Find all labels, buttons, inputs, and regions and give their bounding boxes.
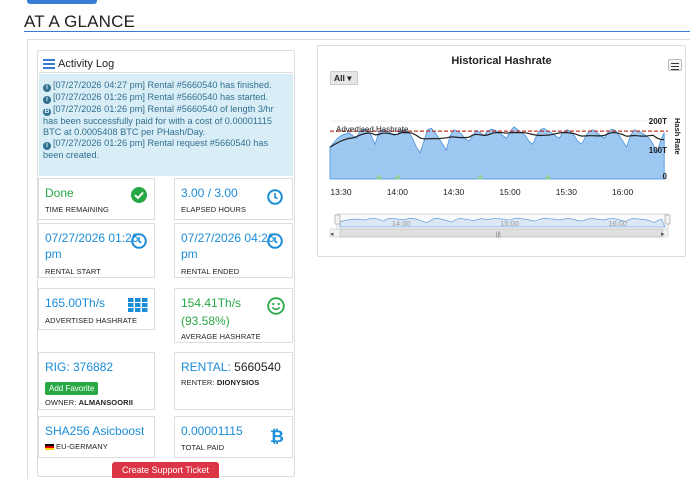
- time-remaining-value: Done: [45, 186, 74, 200]
- x-tick-label: 14:00: [387, 187, 409, 197]
- bitcoin-icon: ₿: [270, 427, 283, 445]
- region-name: EU-GERMANY: [56, 442, 108, 451]
- y-axis-title: Hash Rate: [673, 118, 682, 155]
- region-line: EU-GERMANY: [45, 442, 108, 451]
- top-action-button[interactable]: [27, 0, 97, 4]
- germany-flag-icon: [45, 443, 54, 450]
- clock-icon: [267, 233, 283, 249]
- renter-name: DIONYSIOS: [216, 378, 260, 387]
- elapsed-hours-label: ELAPSED HOURS: [181, 205, 247, 214]
- average-hashrate-card: 154.41Th/s (93.58%) AVERAGE HASHRATE: [174, 288, 293, 343]
- navigator-tick-label: 14:00: [392, 219, 411, 228]
- owner-line: OWNER: ALMANSOORII: [45, 398, 133, 407]
- owner-name[interactable]: ALMANSOORII: [79, 398, 133, 407]
- y-tick-label: 0: [663, 172, 668, 181]
- advertised-hashrate-card: 165.00Th/s ADVERTISED HASHRATE: [38, 288, 155, 330]
- elapsed-hours-value: 3.00 / 3.00: [181, 186, 238, 200]
- time-remaining-card: Done TIME REMAINING: [38, 178, 155, 220]
- info-icon: i: [43, 84, 51, 92]
- log-entry: i [07/27/2026 01:26 pm] Rental #5660540 h…: [43, 92, 289, 104]
- activity-log: i [07/27/2026 04:27 pm] Rental #5660540 h…: [39, 74, 293, 176]
- renter-line: RENTER: DIONYSIOS: [181, 378, 259, 387]
- y-tick-label: 200T: [649, 117, 667, 126]
- total-paid-label: TOTAL PAID: [181, 443, 225, 452]
- owner-label: OWNER:: [45, 398, 77, 407]
- rental-ended-label: RENTAL ENDED: [181, 267, 240, 276]
- rig-id[interactable]: RIG: 376882: [45, 359, 113, 375]
- bitcoin-icon: B: [43, 108, 51, 116]
- page-header: AT A GLANCE: [24, 12, 690, 32]
- rental-start-card: 07/27/2026 01:26 pm RENTAL START: [38, 223, 155, 278]
- algorithm-value: SHA256 Asicboost: [45, 424, 145, 438]
- rental-ended-card: 07/27/2026 04:26 pm RENTAL ENDED: [174, 223, 293, 278]
- total-paid-value: 0.00001115: [181, 424, 243, 438]
- grid-icon: [128, 298, 148, 312]
- algorithm-card: SHA256 Asicboost EU-GERMANY: [38, 416, 155, 458]
- info-icon: i: [43, 142, 51, 150]
- x-tick-label: 15:00: [499, 187, 521, 197]
- rental-id-line: RENTAL: 5660540: [181, 359, 281, 375]
- advertised-hashrate-value: 165.00Th/s: [45, 296, 106, 310]
- rental-prefix: RENTAL:: [181, 360, 231, 374]
- x-tick-label: 14:30: [443, 187, 465, 197]
- info-icon: i: [43, 96, 51, 104]
- scroll-right-arrow[interactable]: ▸: [661, 231, 665, 238]
- rental-id: 5660540: [234, 360, 281, 374]
- x-tick-label: 16:00: [612, 187, 634, 197]
- activity-log-header: Activity Log: [39, 52, 293, 73]
- hashrate-chart: Advertised Hashrate 0100T200T Hash Rate …: [329, 117, 682, 238]
- time-remaining-label: TIME REMAINING: [45, 205, 109, 214]
- average-hashrate-percent: (93.58%): [181, 314, 230, 328]
- check-circle-icon: [131, 187, 147, 203]
- add-favorite-button[interactable]: Add Favorite: [45, 382, 99, 395]
- x-tick-label: 13:30: [330, 187, 352, 197]
- average-hashrate-label: AVERAGE HASHRATE: [181, 332, 261, 341]
- smile-icon: [267, 297, 285, 315]
- navigator-right-handle[interactable]: [664, 214, 671, 225]
- navigator-tick-label: 15:00: [500, 219, 519, 228]
- scrollbar-grip-icon: |||: [496, 232, 501, 238]
- rental-start-label: RENTAL START: [45, 267, 101, 276]
- total-paid-card: 0.00001115 TOTAL PAID ₿: [174, 416, 293, 458]
- navigator-left-handle[interactable]: [334, 214, 341, 225]
- scroll-left-arrow[interactable]: ◂: [330, 231, 334, 238]
- navigator-tick-label: 16:00: [608, 219, 627, 228]
- hashrate-chart-panel: Historical Hashrate All ▾ Advertised Has…: [317, 45, 686, 257]
- average-hashrate-value: 154.41Th/s: [181, 296, 242, 310]
- page-title: AT A GLANCE: [24, 12, 136, 31]
- log-entry: B [07/27/2026 01:26 pm] Rental #5660540 o…: [43, 104, 274, 137]
- clock-icon: [267, 189, 283, 205]
- advertised-hashrate-label: ADVERTISED HASHRATE: [45, 316, 138, 325]
- clock-icon: [131, 233, 147, 249]
- svg-text:₿: ₿: [270, 427, 283, 445]
- elapsed-hours-card: 3.00 / 3.00 ELAPSED HOURS: [174, 178, 293, 220]
- advertised-hashrate-label: Advertised Hashrate: [336, 125, 409, 134]
- activity-log-title: Activity Log: [58, 58, 115, 70]
- rental-card: RENTAL: 5660540 RENTER: DIONYSIOS: [174, 352, 293, 410]
- renter-label: RENTER:: [181, 378, 215, 387]
- list-icon: [43, 59, 55, 69]
- rig-card: RIG: 376882 Add Favorite OWNER: ALMANSOO…: [38, 352, 155, 410]
- log-entry: i [07/27/2026 01:26 pm] Rental request #5…: [43, 138, 269, 160]
- x-tick-label: 15:30: [556, 187, 578, 197]
- create-support-ticket-button[interactable]: Create Support Ticket: [112, 462, 219, 478]
- y-tick-label: 100T: [649, 146, 667, 155]
- scrollbar-thumb[interactable]: [339, 228, 664, 238]
- log-entry: i [07/27/2026 04:27 pm] Rental #5660540 h…: [43, 80, 289, 92]
